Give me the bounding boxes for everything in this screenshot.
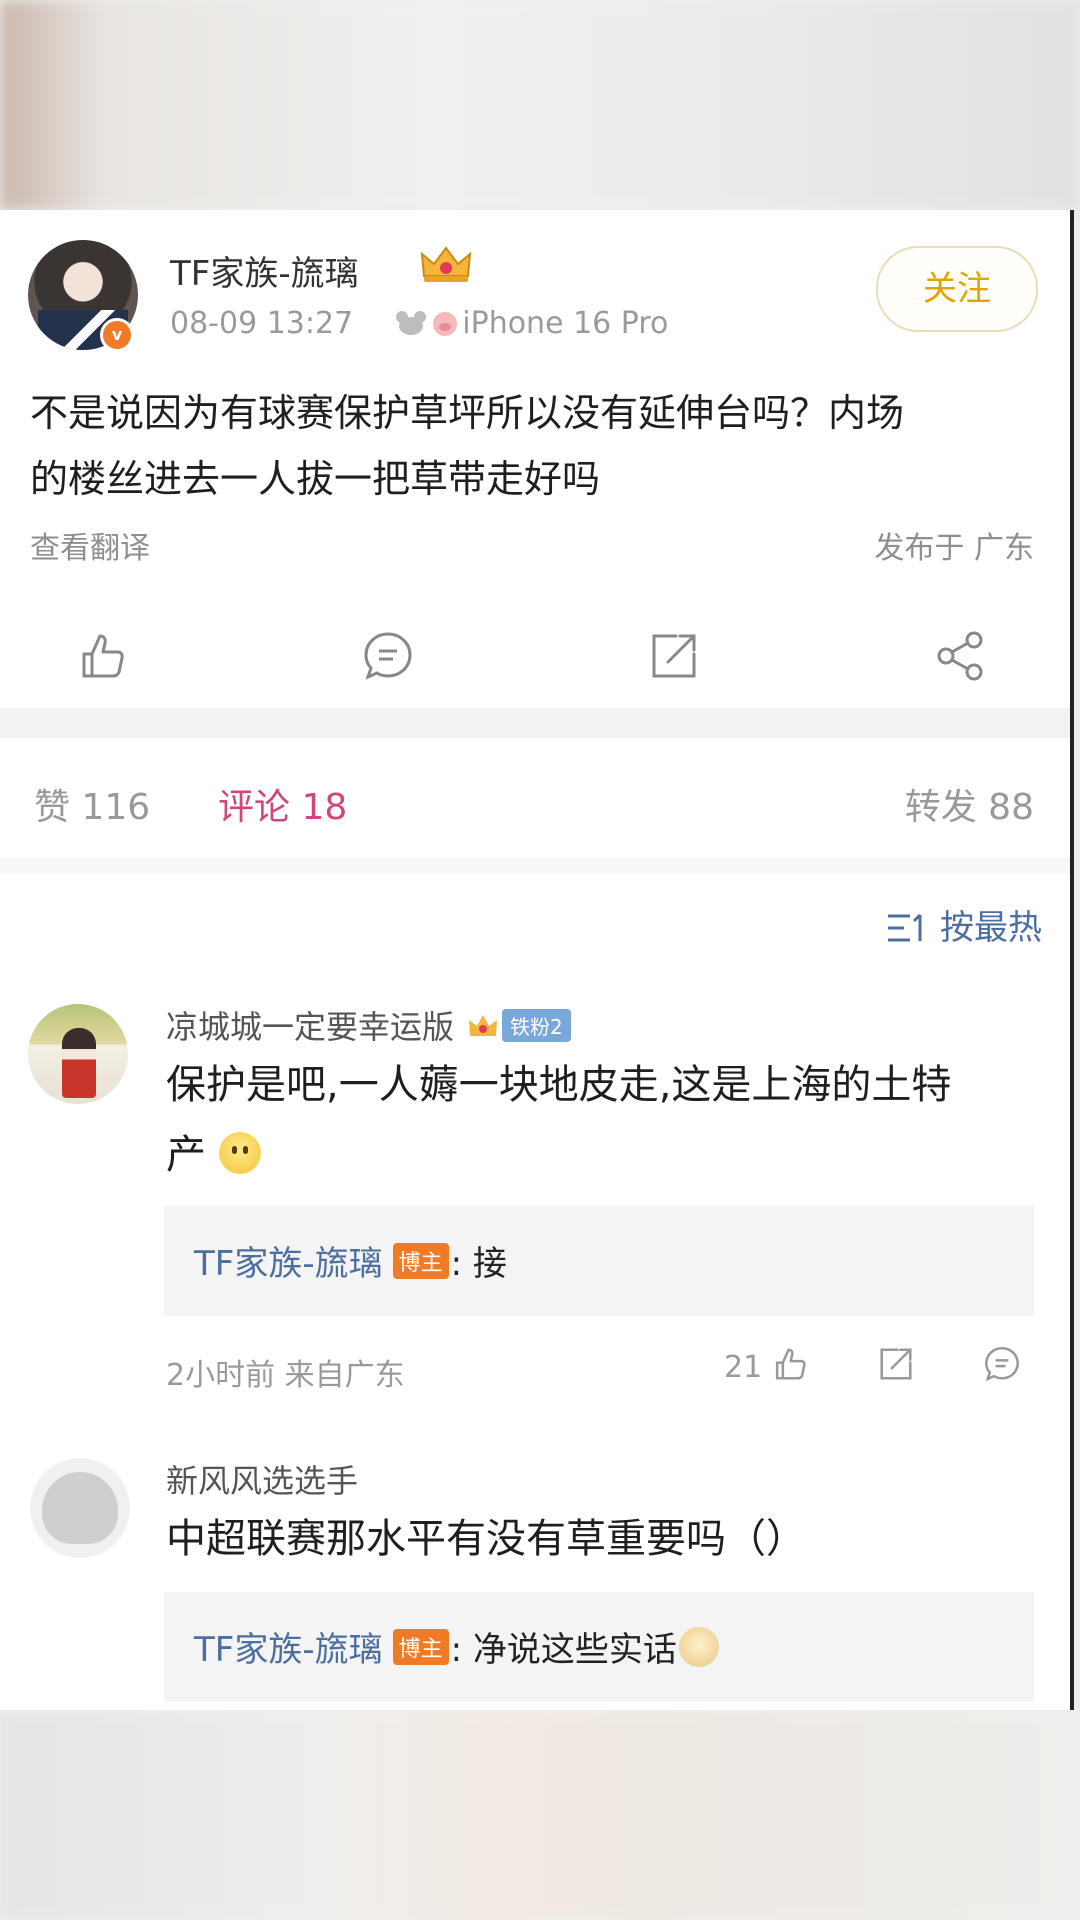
post-time: 08-09 13:27 (170, 306, 354, 341)
comments-tab[interactable]: 评论 18 (218, 778, 347, 830)
commenter-avatar[interactable] (28, 1004, 128, 1104)
comment-text: 保护是吧,一人薅一块地皮走,这是上海的土特 产 (166, 1050, 1036, 1190)
smile-emoji-icon (218, 1132, 261, 1174)
sort-label: 按最热 (940, 908, 1042, 948)
comment-reply-icon[interactable] (982, 1344, 1022, 1384)
doge-emoji-icon (678, 1627, 719, 1667)
follow-button[interactable]: 关注 (876, 246, 1038, 332)
comment-text-line: 保护是吧,一人薅一块地皮走,这是上海的土特 (166, 1062, 952, 1108)
reply-box[interactable]: TF家族-旒璃 博主: 接 (164, 1206, 1034, 1316)
reply-box[interactable]: TF家族-旒璃 博主: 净说这些实话 (164, 1592, 1034, 1702)
reply-author[interactable]: TF家族-旒璃 (194, 1244, 383, 1284)
commenter-avatar[interactable] (30, 1458, 130, 1558)
comment-like-icon[interactable] (770, 1344, 810, 1384)
like-icon[interactable] (74, 628, 130, 684)
author-name[interactable]: TF家族-旒璃 (170, 246, 359, 295)
blurred-background-bottom (0, 1710, 1080, 1920)
mouse-icon (396, 311, 427, 335)
pig-icon (433, 312, 458, 336)
commenter-name[interactable]: 凉城城一定要幸运版 铁粉2 (166, 1002, 571, 1048)
post-card: v TF家族-旒璃 08-09 13:27 iPhone 16 Pro 关注 不… (0, 210, 1070, 1710)
section-divider (0, 858, 1070, 874)
post-meta: 08-09 13:27 iPhone 16 Pro (170, 306, 668, 341)
reply-author[interactable]: TF家族-旒璃 (194, 1630, 383, 1670)
crown-icon (420, 246, 472, 282)
post-text-line: 的楼丝进去一人拔一把草带走好吗 (30, 457, 601, 501)
sort-hot-button[interactable]: 按最热 (886, 900, 1042, 949)
author-badge: 博主 (392, 1243, 449, 1279)
fan-level-badge: 铁粉2 (502, 1009, 571, 1042)
frame-edge (1070, 210, 1074, 1710)
comment-repost-icon[interactable] (876, 1344, 916, 1384)
comment-like-count: 21 (724, 1350, 763, 1385)
post-location: 发布于 广东 (874, 531, 1034, 566)
verified-badge: v (100, 318, 134, 352)
likes-tab[interactable]: 赞 116 (34, 778, 150, 830)
post-text-line: 不是说因为有球赛保护草坪所以没有延伸台吗？内场 (30, 391, 905, 435)
reply-text: : 净说这些实话 (450, 1630, 677, 1670)
post-device: iPhone 16 Pro (462, 306, 669, 341)
share-icon[interactable] (932, 628, 988, 684)
post-text: 不是说因为有球赛保护草坪所以没有延伸台吗？内场 的楼丝进去一人拔一把草带走好吗 (30, 380, 1040, 512)
fan-crown-icon (469, 1015, 498, 1036)
section-divider (0, 708, 1070, 738)
sort-icon (888, 913, 922, 942)
blurred-background-top (0, 0, 1080, 210)
comment-icon[interactable] (360, 628, 416, 684)
author-badge: 博主 (392, 1629, 449, 1665)
post-action-bar (0, 610, 1070, 700)
repost-icon[interactable] (646, 628, 702, 684)
comment-text: 中超联赛那水平有没有草重要吗（） (166, 1516, 806, 1562)
reposts-tab[interactable]: 转发 88 (905, 778, 1034, 830)
commenter-name[interactable]: 新风风选选手 (166, 1456, 358, 1502)
reply-text: : 接 (450, 1244, 507, 1284)
commenter-name-text: 凉城城一定要幸运版 (166, 1008, 455, 1046)
comment-meta: 2小时前 来自广东 (166, 1358, 405, 1393)
translate-link[interactable]: 查看翻译 (30, 523, 150, 567)
comment-text-line: 产 (166, 1132, 206, 1178)
